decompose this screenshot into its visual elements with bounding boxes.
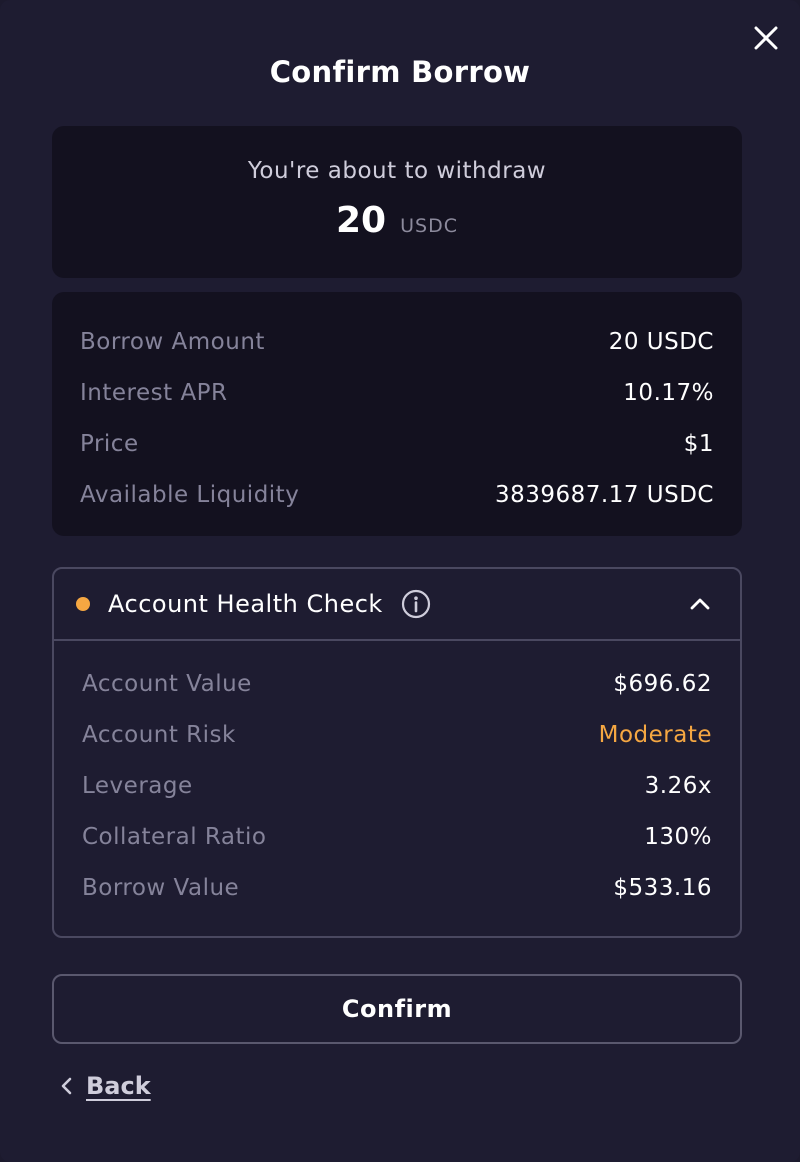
confirm-button[interactable]: Confirm xyxy=(52,974,742,1044)
health-row-account-value: Account Value $696.62 xyxy=(82,658,712,709)
health-value: $696.62 xyxy=(613,670,712,697)
account-health-title: Account Health Check xyxy=(108,590,383,618)
withdraw-amount: 20 xyxy=(336,200,387,241)
detail-row-interest-apr: Interest APR 10.17% xyxy=(80,367,714,418)
account-health-header[interactable]: Account Health Check xyxy=(54,569,740,641)
health-label: Borrow Value xyxy=(82,874,240,901)
health-row-leverage: Leverage 3.26x xyxy=(82,760,712,811)
account-health-card: Account Health Check Account Value $696.… xyxy=(52,567,742,938)
withdraw-amount-row: 20 USDC xyxy=(52,200,742,241)
detail-label: Available Liquidity xyxy=(80,481,300,508)
chevron-up-icon[interactable] xyxy=(688,592,712,616)
detail-row-price: Price $1 xyxy=(80,418,714,469)
chevron-left-icon xyxy=(61,1077,72,1095)
detail-value: $1 xyxy=(683,430,714,457)
account-risk-value: Moderate xyxy=(598,721,712,748)
health-label: Account Value xyxy=(82,670,252,697)
health-value: 3.26x xyxy=(644,772,712,799)
account-health-body: Account Value $696.62 Account Risk Moder… xyxy=(54,641,740,913)
detail-label: Borrow Amount xyxy=(80,328,265,355)
confirm-borrow-modal: Confirm Borrow You're about to withdraw … xyxy=(0,0,800,1162)
withdraw-unit: USDC xyxy=(400,215,458,237)
borrow-details-card: Borrow Amount 20 USDC Interest APR 10.17… xyxy=(52,292,742,536)
withdraw-summary-label: You're about to withdraw xyxy=(247,158,547,184)
health-label: Leverage xyxy=(82,772,193,799)
close-button[interactable] xyxy=(748,20,784,56)
info-icon[interactable] xyxy=(401,589,431,619)
detail-row-available-liquidity: Available Liquidity 3839687.17 USDC xyxy=(80,469,714,520)
health-label: Collateral Ratio xyxy=(82,823,267,850)
back-link[interactable]: Back xyxy=(60,1072,151,1100)
health-value: 130% xyxy=(644,823,712,850)
detail-value: 20 USDC xyxy=(608,328,714,355)
withdraw-summary-card: You're about to withdraw 20 USDC xyxy=(52,126,742,278)
detail-value: 3839687.17 USDC xyxy=(494,481,714,508)
detail-value: 10.17% xyxy=(623,379,714,406)
health-row-borrow-value: Borrow Value $533.16 xyxy=(82,862,712,913)
detail-label: Price xyxy=(80,430,139,457)
health-value: $533.16 xyxy=(613,874,712,901)
health-row-account-risk: Account Risk Moderate xyxy=(82,709,712,760)
modal-title: Confirm Borrow xyxy=(269,55,531,89)
health-label: Account Risk xyxy=(82,721,236,748)
detail-row-borrow-amount: Borrow Amount 20 USDC xyxy=(80,316,714,367)
status-dot-icon xyxy=(76,597,90,611)
detail-label: Interest APR xyxy=(80,379,228,406)
health-row-collateral-ratio: Collateral Ratio 130% xyxy=(82,811,712,862)
close-icon[interactable] xyxy=(753,25,779,51)
back-label: Back xyxy=(86,1072,151,1100)
